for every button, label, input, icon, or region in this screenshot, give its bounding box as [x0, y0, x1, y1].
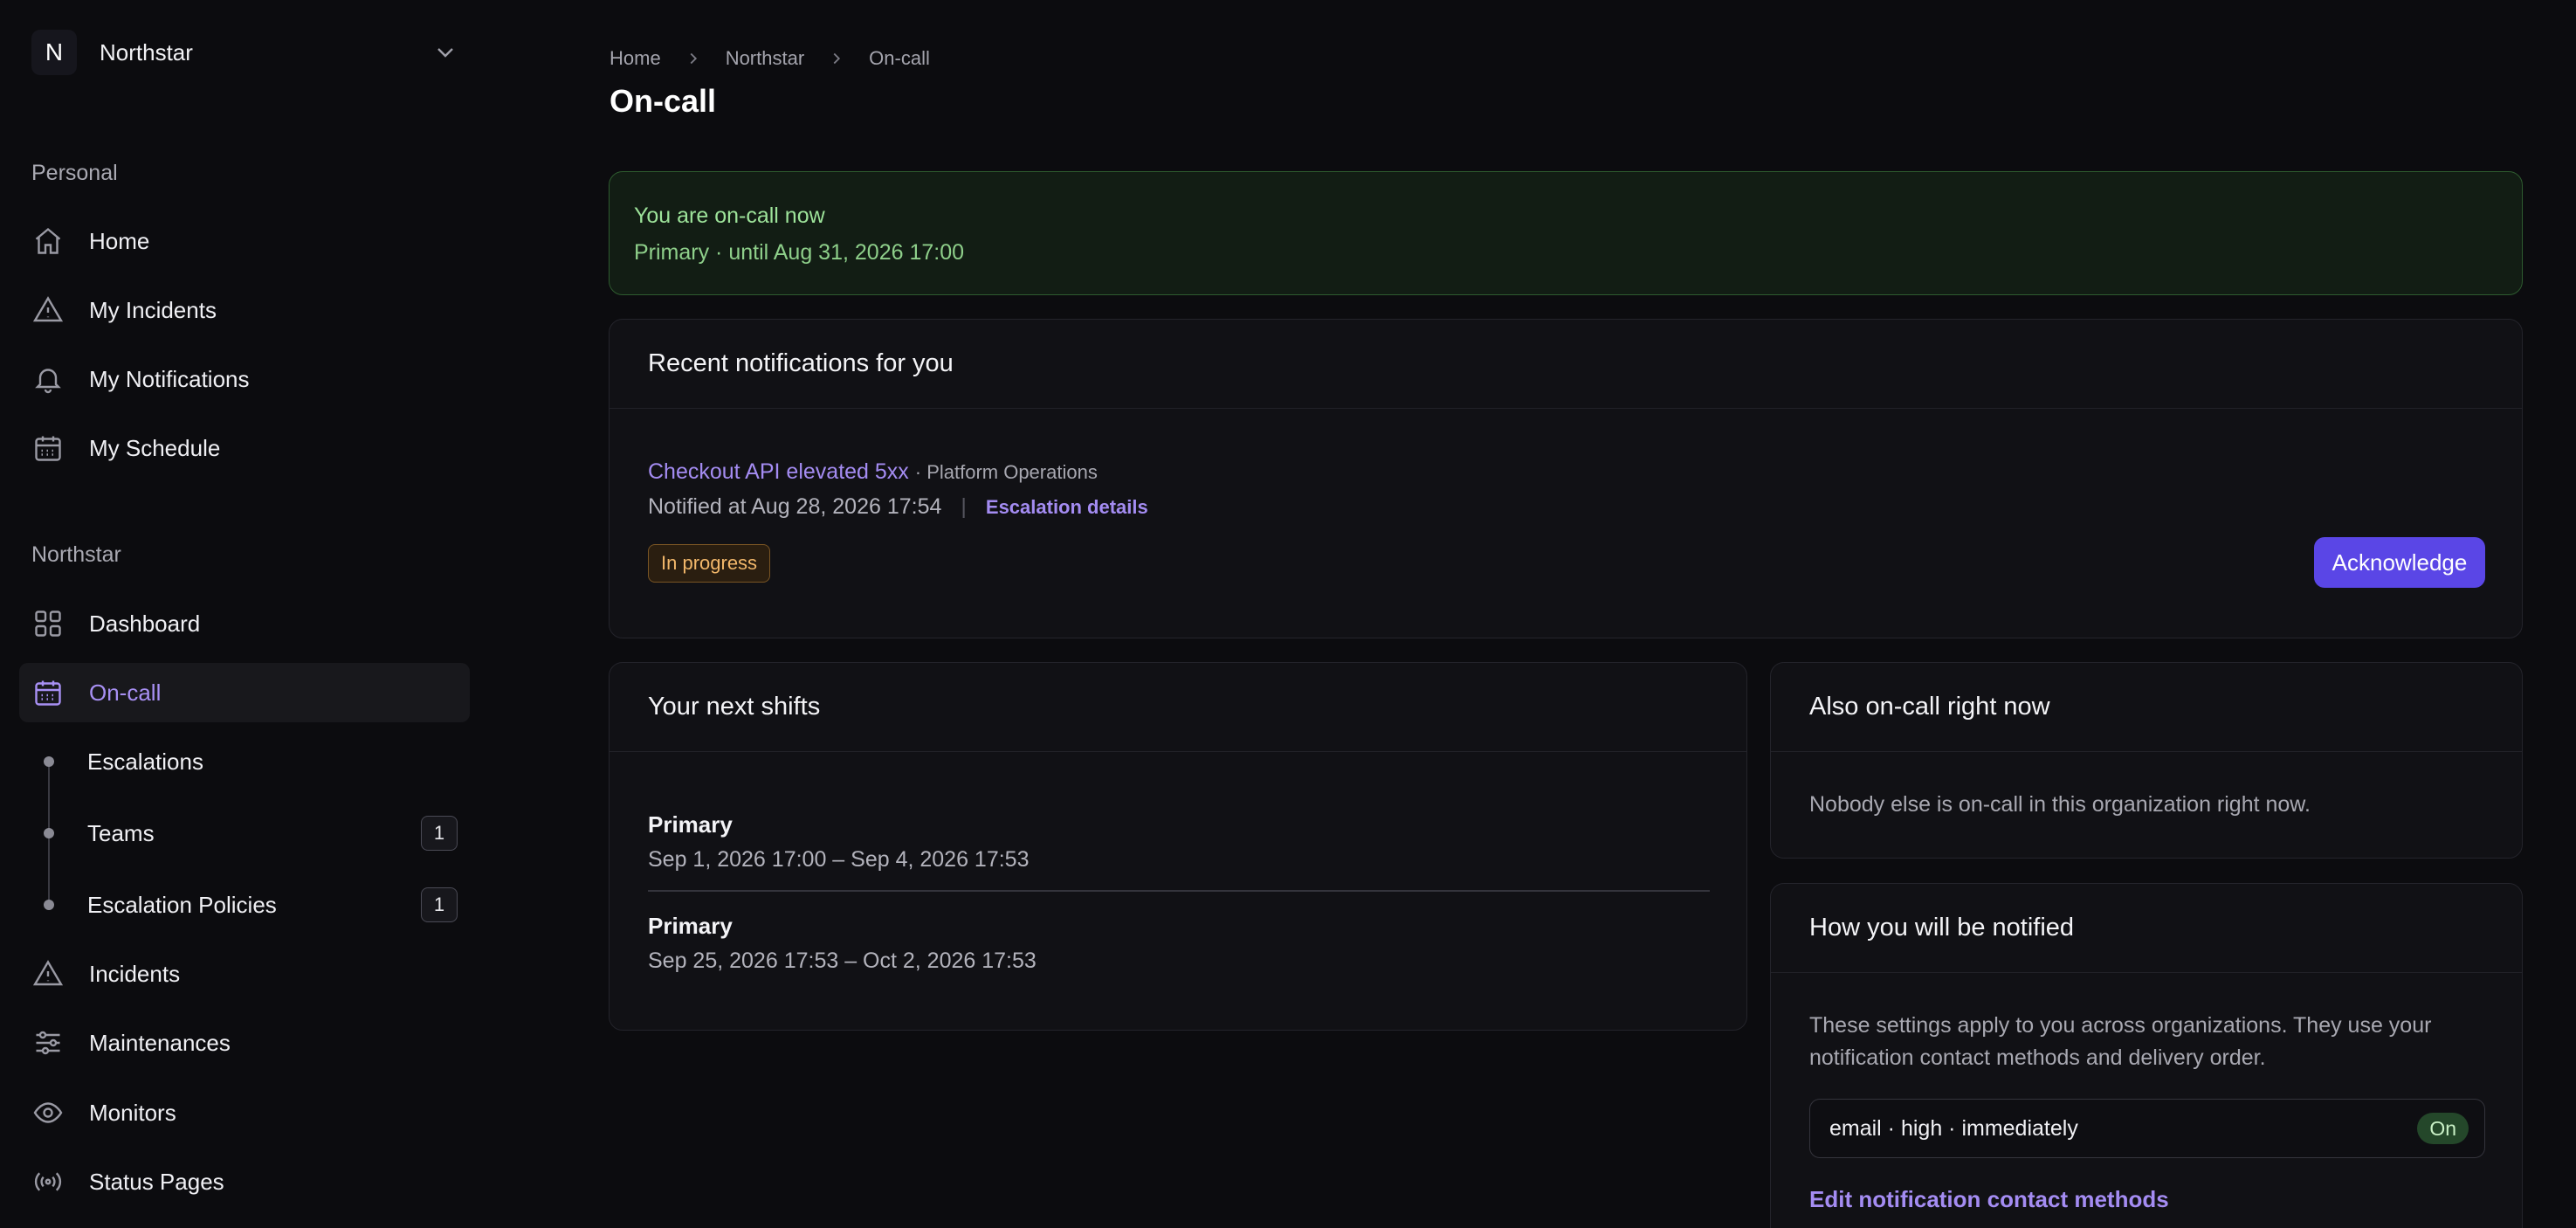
incident-team: · Platform Operations	[914, 461, 1098, 483]
notification-item: Checkout API elevated 5xx · Platform Ope…	[648, 459, 1098, 485]
card-title: How you will be notified	[1771, 884, 2522, 973]
oncall-status-text: You are on-call now	[634, 204, 825, 228]
breadcrumb: Home Northstar On-call	[610, 47, 930, 70]
sidebar-item-label: Escalation Policies	[87, 891, 277, 918]
sidebar-subitem-escalations[interactable]: Escalations	[19, 732, 470, 791]
broadcast-icon	[31, 1165, 65, 1198]
sidebar-item-on-call[interactable]: On-call	[19, 663, 470, 722]
sidebar-item-status-pages[interactable]: Status Pages	[19, 1152, 470, 1211]
card-title: Also on-call right now	[1771, 663, 2522, 752]
count-badge: 1	[421, 816, 458, 851]
sidebar-item-my-notifications[interactable]: My Notifications	[19, 349, 470, 409]
sidebar-item-my-incidents[interactable]: My Incidents	[19, 280, 470, 340]
sidebar-item-home[interactable]: Home	[19, 211, 470, 271]
notified-at: Notified at Aug 28, 2026 17:54	[648, 494, 942, 519]
edit-contact-methods-link[interactable]: Edit notification contact methods	[1809, 1186, 2169, 1213]
calendar-icon	[31, 676, 65, 709]
alert-triangle-icon	[31, 293, 65, 327]
divider	[648, 890, 1710, 892]
subnav-dot	[44, 756, 54, 767]
incident-link[interactable]: Checkout API elevated 5xx	[648, 459, 909, 484]
sidebar-item-label: My Schedule	[89, 434, 221, 461]
card-title: Recent notifications for you	[610, 320, 2522, 409]
bell-icon	[31, 362, 65, 396]
meta-separator: |	[961, 494, 967, 519]
section-label-org: Northstar	[31, 542, 121, 567]
chevron-right-icon	[833, 52, 841, 65]
sidebar-item-incidents[interactable]: Incidents	[19, 944, 470, 1004]
shift-range: Sep 25, 2026 17:53 – Oct 2, 2026 17:53	[648, 949, 1037, 973]
notification-settings-card: How you will be notified These settings …	[1770, 883, 2523, 1228]
shift-item: Primary Sep 25, 2026 17:53 – Oct 2, 2026…	[648, 913, 1710, 974]
shift-role: Primary	[648, 913, 733, 939]
contact-method-row: email · high · immediately On	[1809, 1099, 2485, 1158]
sliders-icon	[31, 1026, 65, 1059]
oncall-status-banner: You are on-call now Primary · until Aug …	[609, 171, 2523, 295]
grid-icon	[31, 607, 65, 640]
shift-item: Primary Sep 1, 2026 17:00 – Sep 4, 2026 …	[648, 811, 1710, 873]
eye-icon	[31, 1096, 65, 1129]
settings-description: These settings apply to you across organ…	[1809, 1013, 2432, 1070]
sidebar-subitem-escalation-policies[interactable]: Escalation Policies 1	[19, 875, 470, 935]
breadcrumb-current: On-call	[869, 47, 930, 69]
shift-role: Primary	[648, 811, 733, 838]
calendar-icon	[31, 431, 65, 465]
sidebar-item-label: Teams	[87, 819, 155, 846]
sidebar-item-label: Escalations	[87, 748, 203, 775]
sidebar-item-label: Maintenances	[89, 1029, 231, 1056]
chevron-right-icon	[690, 52, 697, 65]
sidebar-item-dashboard[interactable]: Dashboard	[19, 594, 470, 653]
contact-method-label: email · high · immediately	[1829, 1115, 2078, 1141]
section-label-personal: Personal	[31, 161, 118, 185]
sidebar-item-label: My Notifications	[89, 365, 250, 392]
alert-triangle-icon	[31, 957, 65, 990]
sidebar: N Northstar Personal Home My Incidents M…	[0, 0, 489, 1228]
home-icon	[31, 224, 65, 258]
method-status-badge: On	[2417, 1113, 2469, 1144]
recent-notifications-card: Recent notifications for you Checkout AP…	[609, 319, 2523, 638]
count-badge: 1	[421, 887, 458, 922]
sidebar-item-label: Status Pages	[89, 1168, 224, 1195]
sidebar-item-label: Dashboard	[89, 610, 201, 637]
notification-meta: Notified at Aug 28, 2026 17:54 | Escalat…	[648, 494, 1148, 520]
sidebar-item-my-schedule[interactable]: My Schedule	[19, 418, 470, 478]
sidebar-item-label: My Incidents	[89, 296, 217, 323]
sidebar-item-monitors[interactable]: Monitors	[19, 1083, 470, 1142]
shift-range: Sep 1, 2026 17:00 – Sep 4, 2026 17:53	[648, 847, 1030, 872]
sidebar-item-label: Home	[89, 227, 150, 254]
sidebar-subitem-teams[interactable]: Teams 1	[19, 804, 470, 863]
page-title: On-call	[610, 83, 717, 119]
acknowledge-button[interactable]: Acknowledge	[2314, 537, 2485, 588]
breadcrumb-home[interactable]: Home	[610, 47, 661, 70]
sidebar-item-label: On-call	[89, 679, 162, 706]
breadcrumb-org[interactable]: Northstar	[726, 47, 804, 70]
sidebar-item-label: Incidents	[89, 960, 181, 987]
escalation-details-link[interactable]: Escalation details	[986, 496, 1148, 519]
status-badge: In progress	[648, 544, 771, 583]
org-avatar: N	[31, 30, 77, 75]
sidebar-item-maintenances[interactable]: Maintenances	[19, 1013, 470, 1073]
org-name: Northstar	[100, 38, 193, 66]
card-title: Your next shifts	[610, 663, 1746, 752]
sidebar-item-label: Monitors	[89, 1099, 176, 1126]
next-shifts-card: Your next shifts Primary Sep 1, 2026 17:…	[609, 662, 1747, 1031]
empty-state-text: Nobody else is on-call in this organizat…	[1809, 792, 2311, 817]
oncall-shift-text: Primary · until Aug 31, 2026 17:00	[634, 240, 965, 265]
also-oncall-card: Also on-call right now Nobody else is on…	[1770, 662, 2523, 859]
org-switcher[interactable]: N Northstar	[31, 24, 459, 80]
chevron-down-icon	[437, 48, 453, 58]
subnav-dot	[44, 900, 54, 910]
subnav-dot	[44, 828, 54, 838]
